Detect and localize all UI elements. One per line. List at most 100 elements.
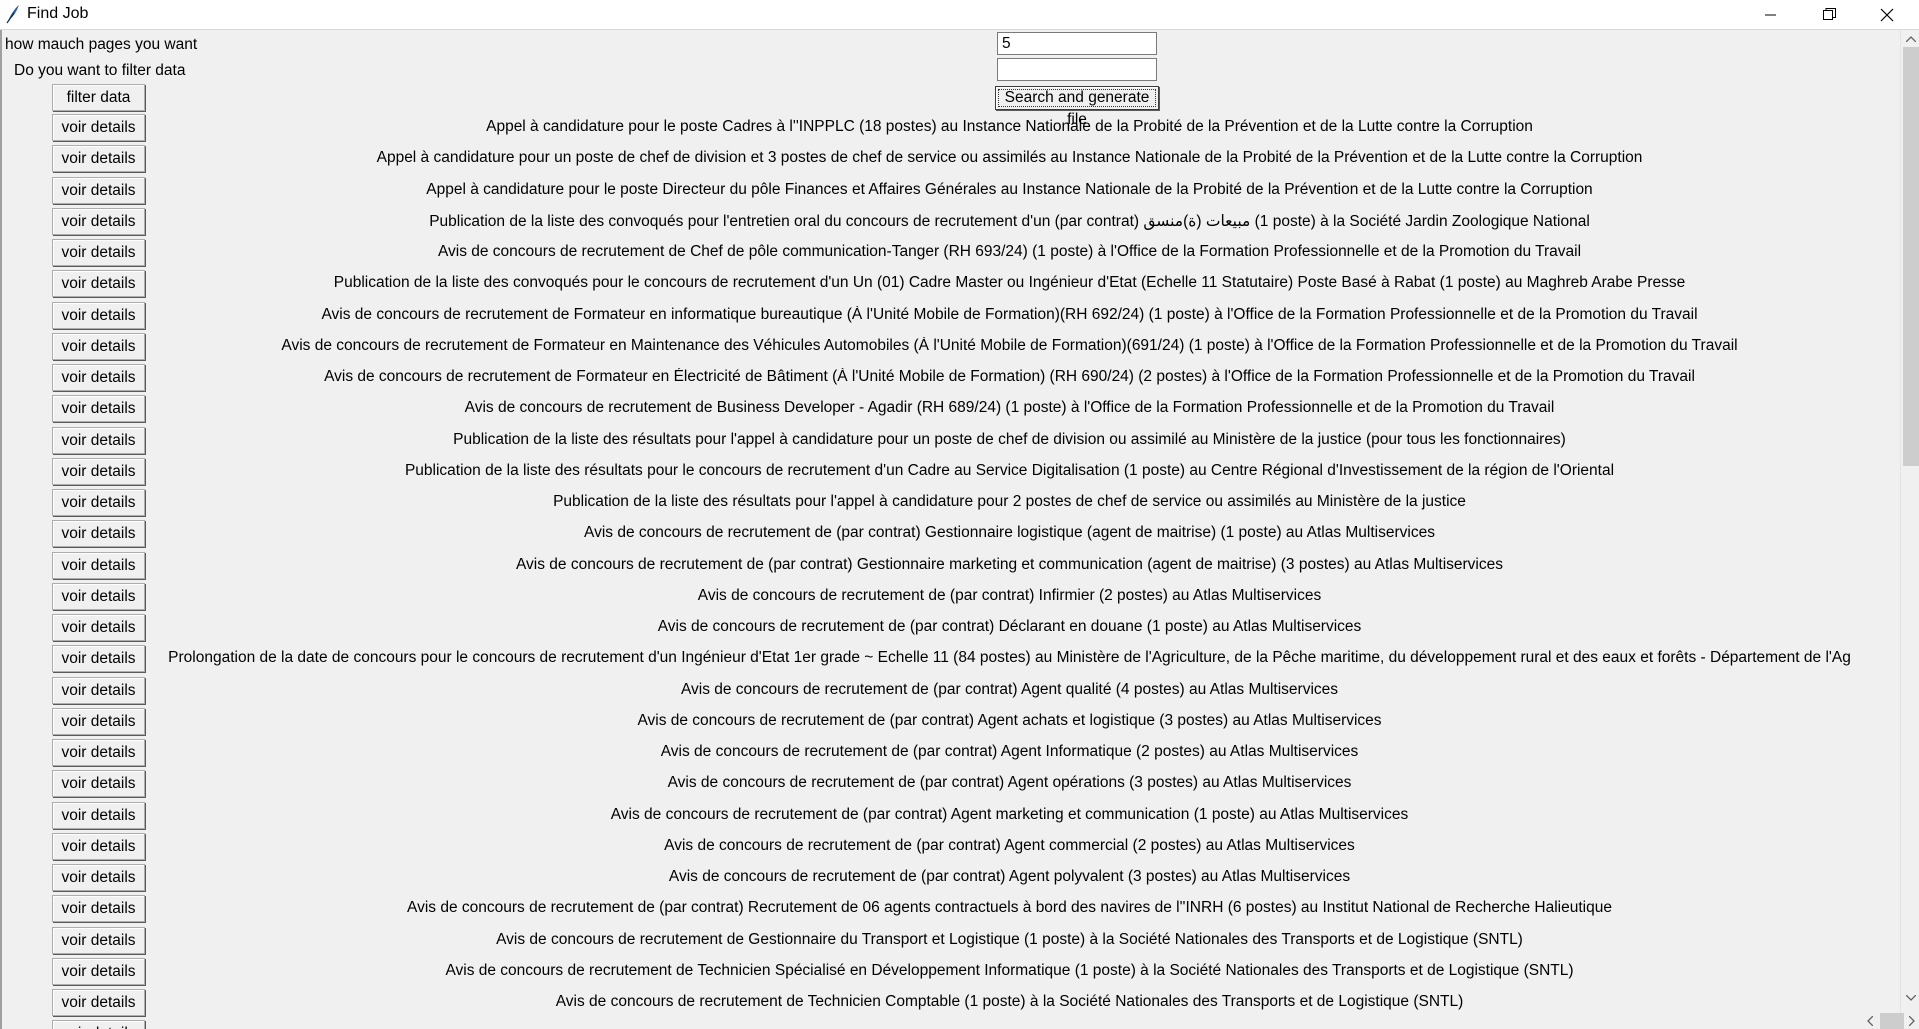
job-title: Avis de concours de recrutement de (par … (680, 680, 1339, 698)
restore-icon (1822, 8, 1836, 21)
close-button[interactable] (1858, 0, 1916, 29)
job-title: Avis de concours de recrutement de Techn… (555, 993, 1464, 1010)
job-title: Avis de concours de recrutement de (par … (516, 555, 1503, 573)
minimize-icon (1765, 9, 1777, 21)
voir-details-button[interactable]: voir details (52, 676, 145, 704)
voir-details-button[interactable]: voir details (52, 989, 145, 1016)
vertical-scroll-thumb[interactable] (1903, 47, 1919, 466)
window-title: Find Job (27, 5, 89, 22)
job-title: Avis de concours de recrutement de (par … (584, 524, 1435, 542)
job-title: Avis de concours de recrutement de Techn… (445, 961, 1574, 979)
search-generate-button[interactable]: Search and generate file (995, 86, 1159, 128)
job-row: voir details Avis de concours de recrutem… (2, 675, 1902, 706)
voir-details-button[interactable]: voir details (52, 239, 145, 266)
filter-data-button[interactable]: filter data (52, 84, 145, 111)
job-title: Publication de la liste des convoqués po… (429, 212, 1590, 230)
job-title: Publication de la liste des résultats po… (404, 461, 1615, 479)
job-title: Avis de concours de recrutement de (par … (637, 711, 1382, 729)
job-row: voir details Avis de concours de recrutem… (2, 768, 1902, 799)
job-row: voir details Avis de concours de recrutem… (2, 300, 1902, 331)
voir-details-button[interactable]: voir details (52, 395, 145, 423)
voir-details-button[interactable]: voir details (52, 582, 145, 610)
voir-details-button[interactable]: voir details (52, 551, 145, 579)
horizontal-scroll-thumb[interactable] (1880, 1013, 1904, 1029)
voir-details-button[interactable]: voir details (52, 114, 145, 141)
voir-details-button[interactable]: voir details (52, 520, 145, 548)
job-row: voir details Avis de concours de recrutem… (2, 518, 1902, 549)
voir-details-button[interactable]: voir details (52, 770, 145, 798)
voir-details-button[interactable]: voir details (52, 739, 145, 766)
voir-details-button[interactable]: voir details (52, 332, 145, 360)
scroll-up-icon[interactable] (1905, 33, 1917, 45)
voir-details-button[interactable]: voir details (52, 614, 145, 641)
job-title: Avis de concours de recrutement de (par … (660, 743, 1359, 760)
scroll-right-icon[interactable] (1906, 1015, 1918, 1027)
filter-input[interactable] (997, 58, 1157, 81)
job-row: voir details Avis de concours de recrutem… (2, 612, 1902, 643)
job-row: voir details Avis de concours de recrutem… (2, 362, 1902, 393)
job-row: voir details Avis de concours de recrutem… (2, 893, 1902, 924)
voir-details-button[interactable]: voir details (52, 145, 145, 173)
voir-details-button[interactable]: voir details (52, 895, 145, 923)
voir-details-button[interactable]: voir details (52, 270, 145, 298)
job-row: voir details Publication de la liste des … (2, 206, 1902, 237)
job-row: voir details Avis de concours de recrutem… (2, 237, 1902, 268)
job-title: Prolongation de la date de concours pour… (168, 649, 1851, 667)
voir-details-button[interactable]: voir details (52, 301, 145, 329)
voir-details-button[interactable]: voir details (52, 489, 145, 516)
job-title: Avis de concours de recrutement de (par … (657, 618, 1362, 635)
job-row: voir details Appel à candidature pour le … (2, 175, 1902, 206)
voir-details-button[interactable]: voir details (52, 864, 145, 891)
vertical-scrollbar[interactable] (1900, 30, 1919, 1014)
job-row: voir details Avis de concours de recrutem… (2, 706, 1902, 737)
job-title: Avis de concours de recrutement de (par … (667, 774, 1352, 792)
job-title: Avis de concours de recrutement de Chef … (437, 243, 1582, 260)
voir-details-button[interactable]: voir details (52, 832, 145, 860)
voir-details-button[interactable]: voir details (52, 426, 145, 454)
filter-label: Do you want to filter data (14, 62, 186, 79)
voir-details-button[interactable]: voir details (52, 801, 145, 829)
scroll-left-icon[interactable] (1864, 1015, 1876, 1027)
pages-label: how mauch pages you want (5, 36, 198, 53)
voir-details-button[interactable]: voir details (52, 364, 145, 391)
job-row: voir details Appel à candidature pour un … (2, 143, 1902, 174)
minimize-button[interactable] (1742, 0, 1800, 29)
voir-details-button[interactable]: voir details (52, 957, 145, 985)
restore-button[interactable] (1800, 0, 1858, 29)
job-row: voir details Publication de la liste des … (2, 487, 1902, 518)
job-row: voir details Avis de concours de recrutem… (2, 737, 1902, 768)
voir-details-button[interactable]: voir details (52, 207, 145, 235)
voir-details-button[interactable]: voir details (52, 926, 145, 954)
job-row: voir details Avis de concours de recrutem… (2, 393, 1902, 424)
job-row: voir details Publication de la liste des … (2, 456, 1902, 487)
job-row: voir details Prolongation de la date de c… (2, 643, 1902, 674)
job-row: voir details Avis de concours de recrutem… (2, 987, 1902, 1018)
job-title: Avis de concours de recrutement de (par … (668, 868, 1351, 885)
job-title: Appel à candidature pour le poste Direct… (426, 180, 1593, 198)
job-title: Appel à candidature pour un poste de che… (376, 149, 1643, 167)
job-row: voir details Avis de concours de recrutem… (2, 800, 1902, 831)
job-row: voir details Avis de concours de recrutem… (2, 956, 1902, 987)
job-title: Avis de concours de recrutement de (par … (610, 805, 1409, 823)
voir-details-button[interactable]: voir details (52, 176, 145, 204)
voir-details-button[interactable]: voir details (52, 1020, 145, 1029)
job-row: voir details Avis de concours de recrutem… (2, 831, 1902, 862)
voir-details-button[interactable]: voir details (52, 707, 145, 735)
job-row: voir details Avis de concours de recrutem… (2, 550, 1902, 581)
main-content: how mauch pages you want 5 Do you want t… (0, 30, 1902, 1029)
pages-input[interactable]: 5 (997, 32, 1157, 55)
job-title: Avis de concours de recrutement de Busin… (464, 399, 1555, 417)
job-row: voir details Publication de la liste des … (2, 425, 1902, 456)
job-title: Avis de concours de recrutement de Forma… (321, 305, 1698, 323)
feather-icon (4, 4, 22, 24)
job-title: Avis de concours de recrutement de Forma… (324, 368, 1695, 385)
job-title: Appel à candidature pour le poste Cadres… (486, 118, 1533, 135)
scroll-down-icon[interactable] (1905, 992, 1917, 1004)
job-title: Avis de concours de recrutement de Gesti… (496, 930, 1523, 948)
job-row: voir details (2, 1018, 1902, 1029)
job-title: Publication de la liste des convoqués po… (333, 274, 1686, 292)
horizontal-scrollbar[interactable] (1860, 1013, 1919, 1029)
job-title: Avis de concours de recrutement de (par … (407, 899, 1612, 917)
voir-details-button[interactable]: voir details (52, 457, 145, 485)
voir-details-button[interactable]: voir details (52, 645, 145, 673)
